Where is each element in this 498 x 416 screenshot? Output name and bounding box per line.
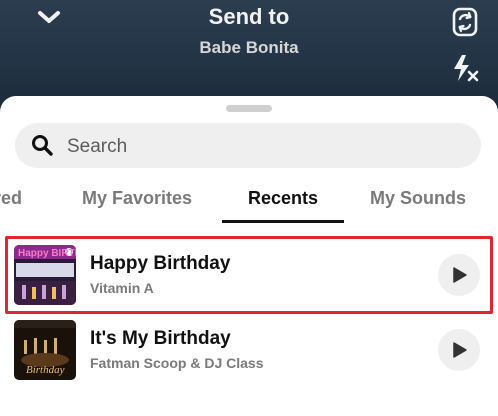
search-bar[interactable] (15, 123, 481, 170)
tab-my-sounds[interactable]: My Sounds (370, 188, 466, 209)
camera-header: Send to Babe Bonita (0, 0, 498, 110)
tab-my-favorites[interactable]: My Favorites (82, 188, 192, 209)
drag-handle[interactable] (226, 105, 272, 112)
track-artist: Fatman Scoop & DJ Class (90, 355, 264, 371)
album-art-text: Birthday (26, 364, 65, 376)
tab-featured[interactable]: red (0, 188, 22, 209)
play-button[interactable] (438, 329, 480, 371)
search-input[interactable] (65, 123, 469, 170)
selection-highlight (5, 236, 493, 314)
tab-bar: red My Favorites Recents My Sounds (0, 176, 498, 224)
page-title: Send to (208, 4, 290, 29)
album-art: Birthday (14, 320, 76, 380)
search-icon (32, 135, 53, 156)
flip-camera-icon[interactable] (449, 6, 481, 38)
flash-off-icon[interactable] (449, 52, 481, 84)
list-item[interactable]: Birthday It's My Birthday Fatman Scoop &… (0, 312, 498, 388)
track-title: It's My Birthday (90, 328, 231, 349)
play-icon (453, 342, 467, 358)
tab-recents[interactable]: Recents (248, 188, 318, 209)
active-tab-indicator (222, 220, 344, 223)
recipient-name: Babe Bonita (199, 38, 299, 57)
